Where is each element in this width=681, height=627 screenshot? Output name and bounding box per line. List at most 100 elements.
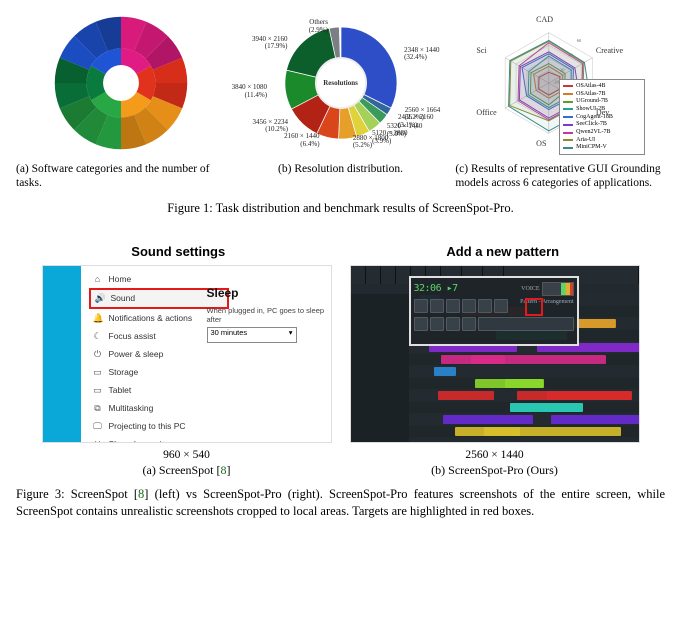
settings-nav-item[interactable]: ✕Shared experiences [89, 436, 229, 443]
nav-item-label: Home [109, 274, 132, 284]
pie-slice-label: 2880 × 1800 (5.2%) [353, 135, 388, 150]
daw-clip[interactable] [441, 355, 504, 364]
daw-tool-button[interactable] [446, 299, 460, 313]
nav-item-icon: ☾ [93, 331, 103, 342]
nav-item-label: Focus assist [109, 331, 156, 341]
sunburst-chart [16, 8, 226, 158]
nav-item-icon: 🔔 [93, 313, 103, 324]
daw-track-lane[interactable] [409, 354, 639, 365]
pie-center-label: Resolutions [315, 57, 367, 109]
daw-clip[interactable] [514, 427, 621, 436]
legend-swatch-icon [563, 85, 573, 87]
daw-popup-overlay: 32:06 ▸7 VOICE Pattern - Arrangement [409, 276, 579, 346]
nav-item-icon: ⏻ [93, 349, 103, 360]
daw-pattern-slot[interactable] [478, 317, 574, 331]
legend-label: UGround-7B [576, 98, 608, 105]
nav-item-label: Shared experiences [109, 439, 185, 443]
nav-item-label: Power & sleep [109, 349, 164, 359]
legend-label: MiniCPM-V [576, 144, 607, 151]
figure3-title-a: Sound settings [33, 244, 323, 259]
settings-nav-item[interactable]: ▭Storage [89, 364, 229, 381]
legend-label: SeeClick-7B [576, 121, 607, 128]
daw-track-lane[interactable] [409, 402, 639, 413]
daw-clip[interactable] [510, 403, 583, 412]
legend-label: OSAtlas-4B [576, 83, 605, 90]
daw-track-lane[interactable] [409, 366, 639, 377]
legend-item: OSAtlas-4B [563, 83, 641, 90]
legend-swatch-icon [563, 139, 573, 141]
daw-tool-button[interactable] [478, 299, 492, 313]
radar-legend: OSAtlas-4BOSAtlas-7BUGround-7BShowUI-2BC… [559, 79, 645, 155]
nav-item-icon: 🖵 [93, 421, 103, 432]
nav-item-icon: ⧉ [93, 403, 103, 414]
figure1a: (a) Software categories and the number o… [16, 8, 226, 191]
daw-time-readout: 32:06 ▸7 [414, 283, 458, 294]
legend-item: SeeClick-7B [563, 121, 641, 128]
nav-item-label: Sound [111, 293, 136, 303]
settings-nav-item[interactable]: 🖵 Projecting to this PC [89, 418, 229, 435]
settings-nav-item[interactable]: ⌂Home [89, 271, 229, 287]
daw-tool-button[interactable] [446, 317, 460, 331]
nav-item-label: Multitasking [109, 403, 154, 413]
daw-pattern-label: Pattern - Arrangement [520, 299, 573, 313]
daw-tool-button[interactable] [430, 299, 444, 313]
sleep-label: When plugged in, PC goes to sleep after [207, 306, 325, 324]
radar-axis-label: CAD [536, 15, 553, 24]
daw-popup-toolbar: Pattern - Arrangement [414, 299, 574, 313]
legend-swatch-icon [563, 124, 573, 126]
radar-axis-label: Office [476, 108, 496, 117]
figure3a-subcaption: (a) ScreenSpot [8] [143, 463, 231, 478]
daw-clip[interactable] [551, 415, 639, 424]
daw-track-lane[interactable] [409, 426, 639, 437]
daw-tool-button[interactable] [462, 317, 476, 331]
radar-axis-label: OS [536, 139, 546, 148]
daw-clip[interactable] [455, 427, 520, 436]
daw-tool-button[interactable] [414, 317, 428, 331]
daw-tool-button[interactable] [414, 299, 428, 313]
level-meter-icon [542, 282, 574, 296]
screenshot-a: ⌂Home🔊Sound🔔Notifications & actions☾Focu… [42, 265, 332, 443]
legend-label: Qwen2VL-7B [576, 129, 610, 136]
resolution-pie-chart: Resolutions 2348 × 1440 (32.4%)2560 × 16… [236, 8, 446, 158]
nav-item-label: Tablet [109, 385, 132, 395]
figure3b-dimensions: 2560 × 1440 [465, 449, 523, 461]
daw-clip[interactable] [475, 379, 543, 388]
daw-clip[interactable] [438, 391, 494, 400]
daw-clip[interactable] [501, 355, 606, 364]
daw-track-lane[interactable] [409, 378, 639, 389]
sleep-header: Sleep [207, 286, 325, 300]
daw-tool-button[interactable] [494, 299, 508, 313]
pie-slice-label: 3840 × 1080 (11.4%) [232, 84, 267, 99]
nav-item-label: Projecting to this PC [109, 421, 186, 431]
legend-item: Aria-UI [563, 137, 641, 144]
figure3-row: ⌂Home🔊Sound🔔Notifications & actions☾Focu… [16, 265, 665, 478]
figure1a-subcaption: (a) Software categories and the number o… [16, 162, 226, 191]
radar-axis-label: Dev [596, 108, 609, 117]
pie-slice-label: 3940 × 2160 (17.9%) [252, 36, 287, 51]
sleep-dropdown[interactable]: 30 minutes ▾ [207, 327, 297, 343]
daw-clip[interactable] [434, 367, 456, 376]
settings-nav-item[interactable]: ⧉ Multitasking [89, 400, 229, 417]
daw-tool-button[interactable] [462, 299, 476, 313]
daw-track-lane[interactable] [409, 414, 639, 425]
pie-slice-label: 3456 × 2234 (10.2%) [253, 119, 288, 134]
nav-item-icon: ▭ [93, 385, 103, 396]
figure3a-dimensions: 960 × 540 [163, 449, 210, 461]
figure3-titles: Sound settings Add a new pattern [16, 244, 665, 259]
daw-clip[interactable] [517, 391, 631, 400]
legend-label: Aria-UI [576, 137, 595, 144]
settings-content-pane: Sleep When plugged in, PC goes to sleep … [207, 286, 325, 343]
daw-track-lane[interactable] [409, 390, 639, 401]
radar-chart: -20204060 OSAtlas-4BOSAtlas-7BUGround-7B… [455, 8, 665, 158]
settings-nav-item[interactable]: ⏻ Power & sleep [89, 346, 229, 363]
nav-item-icon: 🔊 [95, 293, 105, 304]
daw-tool-button[interactable] [430, 317, 444, 331]
radar-tick-label: 60 [577, 38, 582, 43]
legend-item: OSAtlas-7B [563, 91, 641, 98]
pie-slice-label: Others (2.9%) [309, 19, 328, 34]
figure1-caption: Figure 1: Task distribution and benchmar… [16, 201, 665, 216]
daw-clip[interactable] [443, 415, 533, 424]
radar-axis-label: Creative [596, 46, 623, 55]
settings-nav-item[interactable]: ▭ Tablet [89, 382, 229, 399]
pie-slice-label: 2348 × 1440 (32.4%) [404, 47, 439, 62]
